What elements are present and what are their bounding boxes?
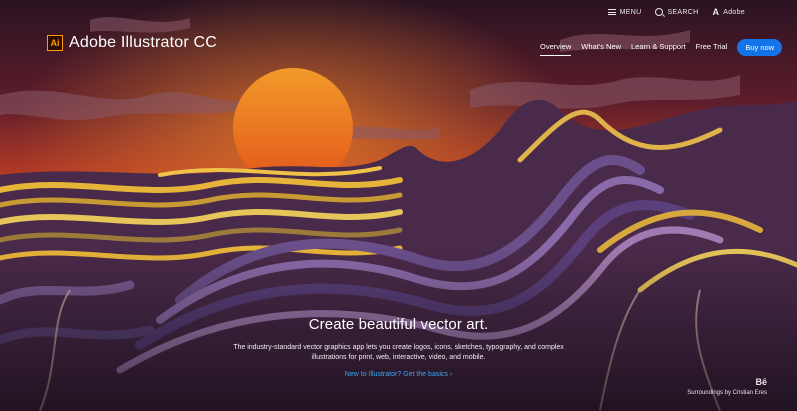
buy-now-button[interactable]: Buy now [737,39,783,56]
menu-button[interactable]: MENU [607,8,642,16]
menu-label: MENU [619,8,642,16]
nav-whats-new[interactable]: What's New [581,42,621,54]
hero-headline: Create beautiful vector art. [308,316,489,333]
product-name: Adobe Illustrator CC [69,34,218,51]
search-icon [655,8,664,16]
search-label: SEARCH [667,8,699,16]
hero-description-line: illustrations for print, web, interactiv… [311,354,486,361]
top-bar: MENU SEARCH A Adobe [607,7,745,17]
nav-overview[interactable]: Overview [540,42,572,56]
behance-icon[interactable]: Bē [687,377,767,387]
hero-page: MENU SEARCH A Adobe Ai Adobe Illustrator… [0,0,797,411]
search-button[interactable]: SEARCH [655,8,698,16]
artwork-credit: Bē Surroundings by Cristian Eres [687,377,767,396]
brand[interactable]: Ai Adobe Illustrator CC [47,34,217,52]
adobe-logo-icon: A [712,7,720,17]
get-basics-link[interactable]: New to Illustrator? Get the basics › [345,371,452,378]
nav-free-trial[interactable]: Free Trial [696,42,728,54]
product-nav: Overview What's New Learn & Support Free… [540,39,783,56]
adobe-label: Adobe [723,8,745,16]
nav-learn-support[interactable]: Learn & Support [631,42,686,54]
adobe-link[interactable]: A Adobe [712,7,745,17]
hero-description: The industry-standard vector graphics ap… [0,343,797,363]
hamburger-icon [607,9,616,15]
illustrator-logo-icon: Ai [47,35,63,51]
credit-text[interactable]: Surroundings by Cristian Eres [687,390,767,396]
hero-content: Create beautiful vector art. The industr… [0,316,797,381]
hero-description-line: The industry-standard vector graphics ap… [233,344,564,351]
